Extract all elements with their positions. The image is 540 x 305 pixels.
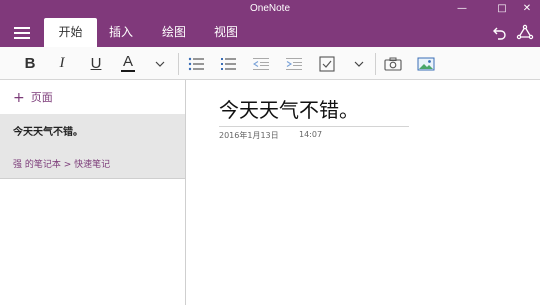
note-time: 14:07 bbox=[299, 130, 323, 139]
outdent-button[interactable] bbox=[248, 47, 274, 80]
font-color-dropdown[interactable] bbox=[147, 47, 173, 80]
note-title[interactable]: 今天天气不错。 bbox=[219, 94, 359, 123]
bold-label: B bbox=[24, 55, 36, 72]
bullet-list-button[interactable] bbox=[183, 47, 209, 80]
indent-button[interactable] bbox=[281, 47, 307, 80]
hamburger-menu-icon[interactable] bbox=[14, 27, 30, 39]
checkbox-icon bbox=[319, 55, 335, 72]
font-color-swatch bbox=[121, 70, 135, 72]
bullet-list-icon bbox=[188, 57, 204, 70]
page-item-path: 强 的笔记本 > 快速笔记 bbox=[13, 160, 111, 170]
underline-label: U bbox=[90, 55, 102, 72]
indent-icon bbox=[286, 57, 302, 70]
title-bar: OneNote — □ ✕ bbox=[0, 0, 540, 18]
tab-view[interactable]: 视图 bbox=[205, 18, 247, 47]
todo-tag-button[interactable] bbox=[314, 47, 340, 80]
numbered-list-icon bbox=[221, 57, 236, 70]
undo-icon[interactable] bbox=[490, 24, 508, 42]
tags-dropdown[interactable] bbox=[346, 47, 372, 80]
add-page-button[interactable]: + 页面 bbox=[13, 89, 53, 106]
formatting-toolbar: B I U A bbox=[0, 47, 540, 80]
page-item-title: 今天天气不错。 bbox=[13, 127, 83, 138]
italic-label: I bbox=[59, 55, 65, 71]
insert-picture-button[interactable] bbox=[413, 47, 439, 80]
page-list-divider bbox=[0, 178, 185, 179]
ribbon-tab-bar: 开始 插入 绘图 视图 bbox=[0, 18, 540, 47]
toolbar-divider bbox=[178, 53, 179, 75]
note-title-underline bbox=[219, 126, 409, 127]
insert-photo-button[interactable] bbox=[380, 47, 406, 80]
numbered-list-button[interactable] bbox=[215, 47, 241, 80]
page-list-item[interactable]: 今天天气不错。 强 的笔记本 > 快速笔记 bbox=[0, 114, 185, 178]
image-icon bbox=[417, 57, 435, 70]
font-color-label: A bbox=[122, 53, 133, 70]
chevron-down-icon bbox=[155, 61, 165, 67]
camera-icon bbox=[384, 57, 402, 71]
plus-icon: + bbox=[13, 90, 25, 106]
italic-button[interactable]: I bbox=[49, 47, 75, 80]
toolbar-divider bbox=[375, 53, 376, 75]
maximize-button[interactable]: □ bbox=[489, 0, 515, 18]
add-page-label: 页面 bbox=[30, 91, 53, 104]
close-button[interactable]: ✕ bbox=[514, 0, 540, 18]
chevron-down-icon bbox=[354, 61, 364, 67]
tab-home[interactable]: 开始 bbox=[44, 18, 97, 47]
minimize-button[interactable]: — bbox=[449, 0, 475, 18]
bold-button[interactable]: B bbox=[17, 47, 43, 80]
font-color-button[interactable]: A bbox=[115, 47, 141, 80]
tab-draw[interactable]: 绘图 bbox=[153, 18, 195, 47]
page-list-pane: + 页面 今天天气不错。 强 的笔记本 > 快速笔记 bbox=[0, 80, 186, 305]
underline-button[interactable]: U bbox=[83, 47, 109, 80]
note-canvas[interactable]: 今天天气不错。 2016年1月13日 14:07 bbox=[187, 80, 540, 305]
outdent-icon bbox=[253, 57, 269, 70]
tab-insert[interactable]: 插入 bbox=[100, 18, 142, 47]
share-icon[interactable] bbox=[516, 24, 534, 42]
note-date: 2016年1月13日 bbox=[219, 131, 279, 140]
